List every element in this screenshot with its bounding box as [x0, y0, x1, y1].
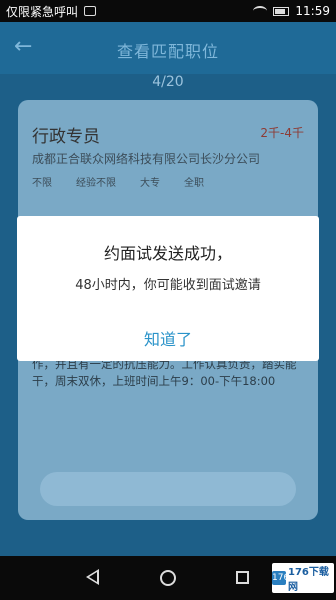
dialog-confirm-button[interactable]: 知道了 — [17, 326, 319, 350]
nav-back-icon[interactable] — [86, 569, 99, 585]
job-description: 作，并且有一定的抗压能力。工作认真负责，踏实能干，周末双休，上班时间上午9：00… — [32, 357, 297, 388]
battery-icon — [273, 6, 290, 16]
tag-experience: 经验不限 — [76, 178, 116, 189]
company-name: 成都正合联众网络科技有限公司长沙分公司 — [32, 152, 261, 166]
nav-recents-icon[interactable] — [236, 571, 249, 584]
status-time: 11:59 — [295, 4, 330, 18]
app-header: ← 查看匹配职位 — [0, 22, 336, 74]
tag-job-type: 全职 — [184, 178, 204, 189]
success-dialog: 约面试发送成功， 48小时内，你可能收到面试邀请 知道了 — [17, 216, 319, 361]
status-bar: 仅限紧急呼叫 11:59 — [0, 0, 336, 22]
status-carrier-text: 仅限紧急呼叫 — [6, 4, 79, 19]
job-title: 行政专员 — [32, 127, 100, 147]
salary-range: 2千-4千 — [260, 126, 304, 140]
site-watermark-logo: 176 176下载网 — [272, 563, 334, 593]
dialog-title: 约面试发送成功， — [103, 244, 232, 263]
page-title: 查看匹配职位 — [116, 42, 219, 61]
watermark-text: 176下载网 — [288, 567, 329, 593]
wifi-icon — [253, 6, 268, 16]
page-counter: 4/20 — [152, 74, 184, 90]
dialog-message: 48小时内，你可能收到面试邀请 — [75, 278, 261, 293]
job-tags: 不限 经验不限 大专 全职 — [32, 174, 204, 189]
tag-experience-level: 不限 — [32, 178, 52, 189]
watermark-mark: 176 — [272, 571, 290, 585]
nav-home-icon[interactable] — [160, 570, 176, 586]
tag-education: 大专 — [140, 178, 160, 189]
apply-button[interactable] — [40, 472, 296, 506]
screenshot-icon — [84, 6, 97, 16]
